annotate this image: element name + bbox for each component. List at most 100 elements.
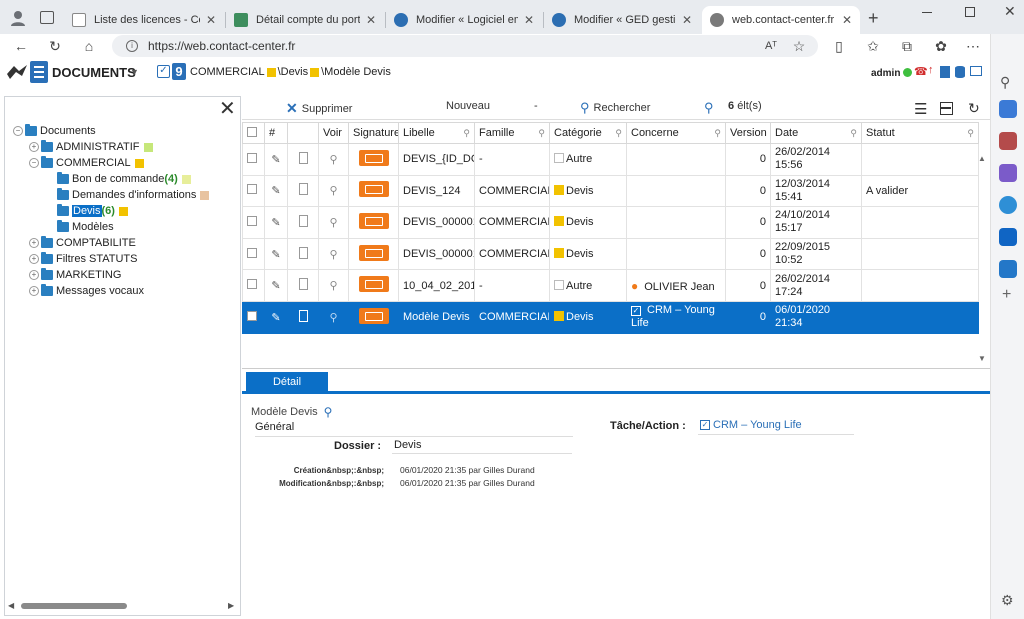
collections-icon[interactable]: ⧉	[898, 37, 916, 55]
tag-icon[interactable]	[999, 100, 1017, 118]
tab-active[interactable]: web.contact-center.fr ✕	[702, 6, 860, 34]
tree-item[interactable]: Bon de commande (4)	[45, 171, 191, 187]
tab-3[interactable]: Modifier « Logiciel emailin ✕	[386, 6, 542, 34]
expand-icon[interactable]: +	[29, 142, 39, 152]
search-button[interactable]: ⚲ Rechercher	[580, 100, 650, 116]
document-icon[interactable]	[287, 300, 319, 334]
menu-icon[interactable]: ☰	[914, 100, 927, 118]
scroll-up-arrow[interactable]: ▲	[978, 154, 986, 163]
signature-icon[interactable]	[348, 300, 399, 334]
tab-actions-icon[interactable]	[40, 11, 54, 24]
home-icon[interactable]: ⌂	[80, 37, 98, 55]
col-concerne[interactable]: Concerne ⚲	[626, 122, 726, 144]
filter-icon[interactable]: ⚲	[463, 128, 470, 139]
refresh-list-icon[interactable]: ↻	[968, 100, 980, 117]
user-name[interactable]: admin	[871, 68, 900, 79]
table-row[interactable]: ✎ ⚲ DEVIS_{ID_DO - Autre 0 26/02/2014 15:56	[242, 143, 979, 176]
table-row[interactable]: ✎ ⚲ DEVIS_000001 COMMERCIAL Devis 0 22/09/2015…	[242, 237, 979, 271]
tree-item[interactable]: + Messages vocaux	[29, 283, 144, 299]
col-voir[interactable]: Voir	[318, 122, 349, 144]
close-icon[interactable]: ✕	[842, 13, 852, 27]
briefcase-icon[interactable]	[999, 132, 1017, 150]
tree-item[interactable]: Demandes d'informations	[45, 187, 210, 203]
app-title[interactable]: DOCUMENTS	[52, 65, 136, 80]
info-icon[interactable]: i	[126, 40, 138, 52]
title-dropdown-icon[interactable]: ▼	[130, 67, 139, 77]
col-date[interactable]: Date ⚲	[770, 122, 862, 144]
address-field[interactable]: i https://web.contact-center.fr	[112, 35, 818, 57]
quick-search-icon[interactable]: ⚲	[704, 100, 714, 116]
table-row[interactable]: ✎ ⚲ Modèle Devis COMMERCIAL Devis ✓ CRM – Youn…	[242, 300, 979, 334]
col-signature[interactable]: Signature	[348, 122, 399, 144]
col-statut[interactable]: Statut ⚲	[861, 122, 979, 144]
people-icon[interactable]	[999, 164, 1017, 182]
view-magnifier-icon[interactable]: ⚲	[318, 269, 349, 302]
view-magnifier-icon[interactable]: ⚲	[318, 300, 349, 334]
split-screen-icon[interactable]: ▯	[830, 37, 848, 55]
new-tab-button[interactable]: +	[868, 8, 879, 29]
right-scroll-arrow[interactable]: ▶	[228, 601, 234, 610]
scroll-down-arrow[interactable]: ▼	[978, 354, 986, 363]
favorite-star-icon[interactable]: ☆	[790, 37, 808, 55]
close-icon[interactable]: ✕	[524, 13, 534, 27]
col-categorie[interactable]: Catégorie ⚲	[549, 122, 627, 144]
col-version[interactable]: Version	[725, 122, 771, 144]
tab-2[interactable]: Détail compte du portefeu ✕	[226, 6, 384, 34]
outlook-icon[interactable]	[999, 228, 1017, 246]
profile-icon[interactable]	[10, 10, 26, 26]
new-dropdown[interactable]: Nouveau -	[446, 100, 538, 112]
database-icon[interactable]	[955, 66, 965, 78]
extensions-icon[interactable]: ✿	[932, 37, 950, 55]
monitor-icon[interactable]	[970, 66, 982, 76]
table-row[interactable]: ✎ ⚲ DEVIS_000001 COMMERCIAL Devis 0 24/10/2014…	[242, 206, 979, 239]
edit-pencil-icon[interactable]: ✎	[264, 143, 288, 176]
edit-pencil-icon[interactable]: ✎	[264, 237, 288, 271]
tree-item[interactable]: − COMMERCIAL	[29, 155, 144, 171]
tree-item[interactable]: − Documents	[13, 123, 96, 139]
edit-pencil-icon[interactable]: ✎	[264, 206, 288, 239]
signature-icon[interactable]	[348, 206, 399, 239]
signature-icon[interactable]	[348, 269, 399, 302]
filter-icon[interactable]: ⚲	[967, 128, 974, 139]
collapse-icon[interactable]: −	[29, 158, 39, 168]
row-checkbox[interactable]	[242, 300, 265, 334]
read-aloud-icon[interactable]: Aᵀ	[762, 37, 780, 55]
filter-icon[interactable]: ⚲	[538, 128, 545, 139]
row-checkbox[interactable]	[242, 206, 265, 239]
view-magnifier-icon[interactable]: ⚲	[318, 143, 349, 176]
split-view-icon[interactable]	[940, 102, 953, 115]
row-checkbox[interactable]	[242, 237, 265, 271]
edit-pencil-icon[interactable]: ✎	[264, 174, 288, 208]
maximize-button[interactable]	[965, 7, 975, 17]
close-panel-icon[interactable]: ✕	[219, 99, 236, 119]
view-magnifier-icon[interactable]: ⚲	[318, 206, 349, 239]
delete-button[interactable]: ✕ Supprimer	[286, 100, 352, 117]
expand-icon[interactable]: +	[29, 254, 39, 264]
tab-4[interactable]: Modifier « GED gestion éle ✕	[544, 6, 700, 34]
collapse-icon[interactable]: −	[13, 126, 23, 136]
breadcrumb-commercial[interactable]: COMMERCIAL	[190, 66, 265, 78]
tab-detail[interactable]: Détail	[246, 372, 328, 392]
horizontal-scrollbar[interactable]	[21, 603, 127, 609]
count-badge[interactable]: 9	[172, 63, 186, 80]
favorites-icon[interactable]: ✩	[864, 37, 882, 55]
phone-icon[interactable]: ☎	[914, 65, 928, 78]
tree-item[interactable]: + MARKETING	[29, 267, 121, 283]
refresh-icon[interactable]: ↻	[46, 37, 64, 55]
tree-item[interactable]: Modèles	[45, 219, 114, 235]
minimize-button[interactable]	[922, 12, 932, 13]
close-icon[interactable]: ✕	[206, 13, 216, 27]
back-icon[interactable]: ←	[12, 37, 30, 55]
task-check-icon[interactable]: ✓	[157, 65, 170, 78]
signature-icon[interactable]	[348, 174, 399, 208]
signature-icon[interactable]	[348, 237, 399, 271]
tree-item[interactable]: + COMPTABILITE	[29, 235, 136, 251]
send-icon[interactable]	[999, 260, 1017, 278]
notes-icon[interactable]	[940, 66, 950, 78]
tree-item[interactable]: + Filtres STATUTS	[29, 251, 137, 267]
expand-icon[interactable]: +	[29, 286, 39, 296]
filter-icon[interactable]: ⚲	[714, 128, 721, 139]
window-close-button[interactable]: ✕	[1004, 3, 1016, 20]
expand-icon[interactable]: +	[29, 238, 39, 248]
expand-icon[interactable]: +	[29, 270, 39, 280]
